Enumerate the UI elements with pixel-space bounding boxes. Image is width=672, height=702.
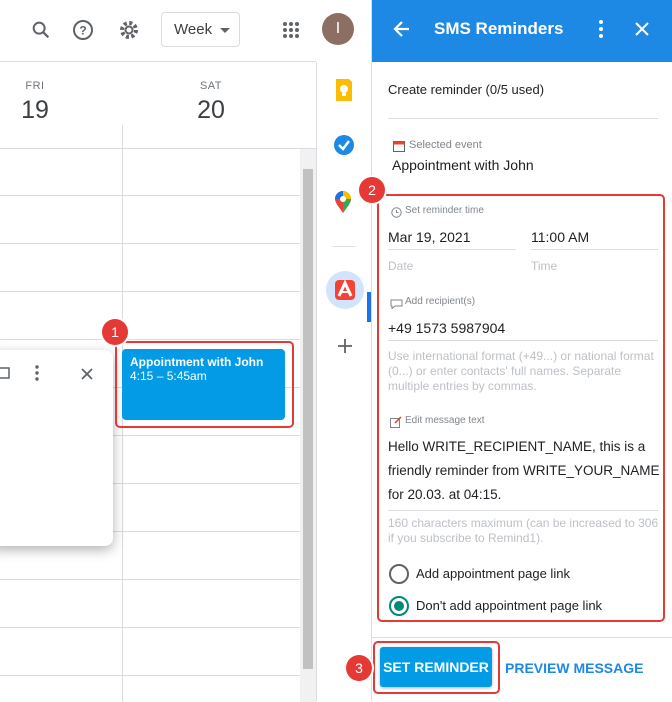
create-reminder-label: Create reminder (0/5 used) <box>388 82 545 97</box>
svg-text:?: ? <box>79 24 86 38</box>
more-vert-icon[interactable] <box>598 20 608 40</box>
scrollbar-thumb[interactable] <box>303 169 313 669</box>
day-number: 20 <box>197 96 225 124</box>
avatar[interactable]: I <box>322 13 354 45</box>
close-icon[interactable] <box>634 21 650 37</box>
avatar-letter: I <box>335 20 341 37</box>
preview-message-button[interactable]: PREVIEW MESSAGE <box>505 660 643 676</box>
calendar-icon <box>393 139 405 152</box>
apps-grid-icon[interactable] <box>276 15 306 45</box>
edit-icon[interactable] <box>0 366 10 379</box>
selected-event-value: Appointment with John <box>392 157 534 173</box>
rail-divider <box>333 246 355 247</box>
back-arrow-icon[interactable] <box>392 19 412 39</box>
highlight-box-event <box>115 341 294 428</box>
remind1-addon-icon[interactable] <box>326 271 364 309</box>
add-addon-icon[interactable] <box>337 338 353 354</box>
highlight-box-set-button <box>373 641 500 694</box>
hour-line <box>0 579 300 580</box>
hour-line <box>0 675 300 676</box>
highlight-box-form <box>377 194 665 622</box>
maps-icon[interactable] <box>333 190 357 214</box>
step-badge: 3 <box>346 655 372 681</box>
step-badge: 2 <box>359 177 385 203</box>
panel-title: SMS Reminders <box>434 19 564 38</box>
more-vert-icon[interactable] <box>34 365 44 383</box>
panel-header: SMS Reminders <box>372 0 672 62</box>
caret-down-icon <box>220 28 230 33</box>
day-header-sat[interactable]: SAT 20 <box>181 62 241 125</box>
column-divider <box>122 125 123 149</box>
footer-divider <box>372 637 672 638</box>
day-of-week: SAT <box>199 80 223 92</box>
close-icon[interactable] <box>80 367 94 381</box>
event-popup-card <box>0 350 113 546</box>
side-panel-rail <box>316 62 371 701</box>
hour-line <box>0 291 300 292</box>
tasks-icon[interactable] <box>333 134 357 158</box>
day-number: 19 <box>21 96 49 124</box>
step-badge: 1 <box>102 319 128 345</box>
divider <box>388 118 658 119</box>
keep-icon[interactable] <box>333 78 357 102</box>
hour-line <box>0 339 300 340</box>
hour-line <box>0 243 300 244</box>
calendar-topbar: ? Week <box>0 0 316 62</box>
hour-line <box>0 627 300 628</box>
hour-line <box>0 195 300 196</box>
day-of-week: FRI <box>25 80 45 92</box>
day-header-fri[interactable]: FRI 19 <box>5 62 65 125</box>
view-select[interactable]: Week <box>161 12 240 47</box>
settings-gear-icon[interactable] <box>114 15 144 45</box>
help-icon[interactable]: ? <box>68 15 98 45</box>
search-icon[interactable] <box>26 15 56 45</box>
selected-event-label: Selected event <box>409 139 482 151</box>
view-select-label: Week <box>174 21 213 38</box>
